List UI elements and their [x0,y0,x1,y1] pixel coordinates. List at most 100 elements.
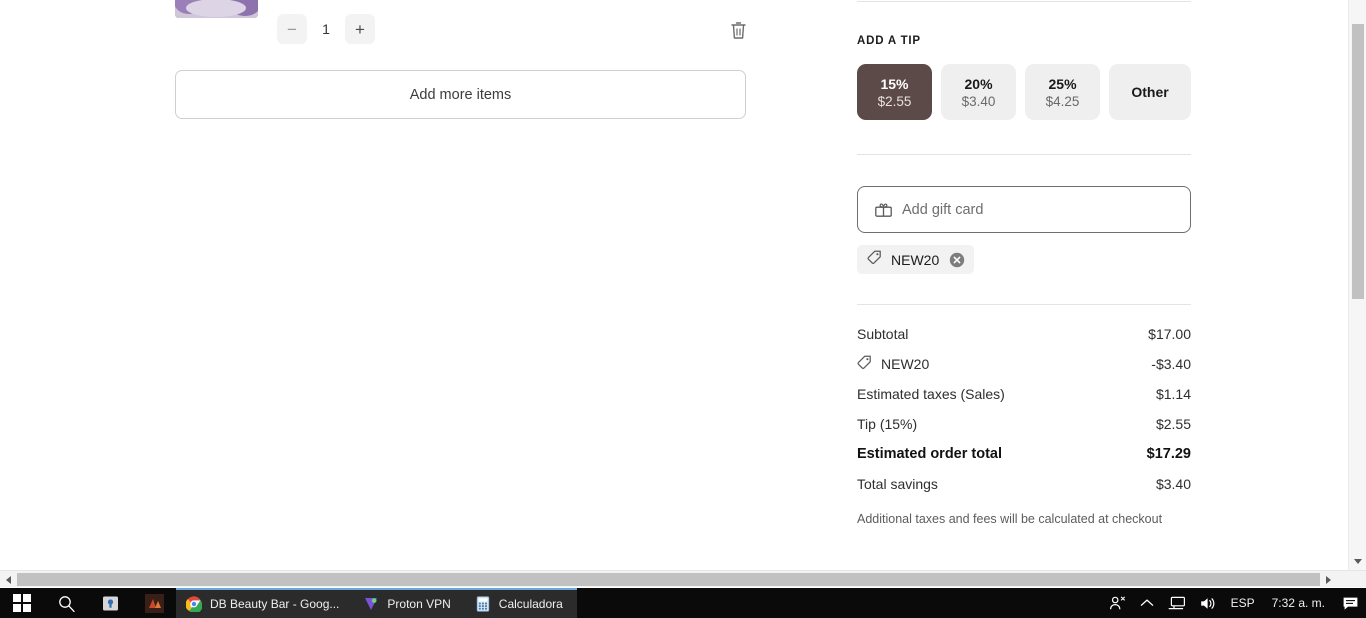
screen: − 1 + Add more items ADD A TIP 15% $2.55… [0,0,1366,618]
horizontal-scrollbar[interactable] [0,570,1366,587]
people-button[interactable] [1102,588,1133,618]
vertical-scrollbar-thumb[interactable] [1352,24,1364,299]
language-indicator[interactable]: ESP [1224,588,1262,618]
tip-amount-label: $4.25 [1045,93,1080,109]
total-label: Total savings [857,476,938,492]
total-value: $1.14 [1155,386,1191,402]
order-total-row: Estimated order total $17.29 [857,439,1191,469]
total-value: $3.40 [1155,476,1191,492]
show-hidden-icons-button[interactable] [1133,588,1161,618]
horizontal-scrollbar-thumb[interactable] [17,573,1320,586]
scroll-right-button[interactable] [1320,571,1337,588]
search-icon [58,595,75,612]
tip-percent-label: 15% [880,75,909,92]
chevron-left-icon [6,575,11,584]
chevron-down-icon [1354,559,1362,564]
notification-icon [1343,597,1358,610]
taskbar-item-label: Calculadora [498,597,563,611]
totals-list: Subtotal $17.00 NEW20 -$3.40 Estimated t… [857,319,1191,499]
total-value: -$3.40 [1151,356,1191,372]
total-label: Estimated taxes (Sales) [857,386,1005,402]
increase-quantity-button[interactable]: + [345,14,375,44]
person-icon [1109,596,1125,610]
total-label: Tip (15%) [857,416,918,432]
tag-icon [867,250,882,270]
close-circle-icon [949,252,964,267]
quantity-stepper: − 1 + [277,14,375,44]
cart-line-item: − 1 + [175,0,747,62]
chevron-up-icon [1140,599,1153,606]
total-row: Total savings $3.40 [857,469,1191,499]
action-center-button[interactable] [1335,588,1366,618]
start-button[interactable] [0,588,44,618]
gift-card-input[interactable] [902,201,1190,218]
gift-card-field[interactable] [857,186,1191,233]
divider-top [857,1,1191,2]
trash-icon [730,21,746,39]
discount-code-label: NEW20 [891,251,940,268]
cart-column: − 1 + Add more items [175,0,747,119]
windows-taskbar: DB Beauty Bar - Goog... Proton VPN Calcu… [0,588,1366,618]
quantity-value: 1 [322,21,330,37]
tip-option-other[interactable]: Other [1109,64,1191,120]
add-more-items-button[interactable]: Add more items [175,70,746,119]
clock-label: 7:32 a. m. [1271,596,1325,610]
task-view-button[interactable] [88,588,132,618]
system-tray: ESP 7:32 a. m. [1102,588,1366,618]
total-row: Tip (15%) $2.55 [857,409,1191,439]
taskbar-item-calculadora[interactable]: Calculadora [464,588,577,618]
order-total-value: $17.29 [1146,446,1191,462]
tip-percent-label: 20% [964,75,993,92]
decrease-quantity-button[interactable]: − [277,14,307,44]
tip-amount-label: $2.55 [877,93,912,109]
taskbar-item-label: Proton VPN [387,597,451,611]
proton-vpn-icon [365,598,378,610]
wine-app-icon [144,593,164,613]
total-value: $2.55 [1155,416,1191,432]
checkout-fine-print: Additional taxes and fees will be calcul… [857,512,1163,526]
calculator-icon [476,596,489,612]
divider-totals [857,304,1191,305]
tip-option-15[interactable]: 15% $2.55 [857,64,933,120]
search-button[interactable] [44,588,88,618]
volume-button[interactable] [1193,588,1224,618]
order-summary-column: ADD A TIP 15% $2.55 20% $3.40 25% $4.25 … [857,0,1191,526]
page-viewport: − 1 + Add more items ADD A TIP 15% $2.55… [0,0,1348,570]
windows-logo-icon [13,594,31,612]
taskbar-item-proton-vpn[interactable]: Proton VPN [353,588,465,618]
tip-option-25[interactable]: 25% $4.25 [1025,64,1101,120]
taskbar-item-label: DB Beauty Bar - Goog... [210,597,340,611]
gift-card-icon [875,202,892,217]
discount-code-chip[interactable]: NEW20 [857,245,975,274]
scroll-left-button[interactable] [0,571,17,588]
tip-options-group: 15% $2.55 20% $3.40 25% $4.25 Other [857,64,1191,120]
language-label: ESP [1230,596,1255,610]
chrome-icon [186,596,202,612]
add-a-tip-label: ADD A TIP [857,35,921,47]
task-view-icon [102,596,118,610]
total-row: NEW20 -$3.40 [857,349,1191,379]
chevron-right-icon [1326,575,1331,584]
remove-item-button[interactable] [727,18,749,42]
network-button[interactable] [1161,588,1193,618]
order-total-label: Estimated order total [857,446,1003,462]
discount-row-label: NEW20 [881,356,930,372]
total-label-with-icon: NEW20 [857,355,929,373]
scroll-down-button[interactable] [1349,553,1366,570]
total-row: Estimated taxes (Sales) $1.14 [857,379,1191,409]
vertical-scrollbar[interactable] [1348,0,1366,570]
total-value: $17.00 [1148,326,1191,342]
remove-discount-button[interactable] [948,251,965,268]
total-row: Subtotal $17.00 [857,319,1191,349]
divider-giftcard [857,154,1191,155]
tip-percent-label: 25% [1048,75,1077,92]
network-icon [1168,596,1185,609]
tip-option-20[interactable]: 20% $3.40 [941,64,1017,120]
speaker-icon [1200,597,1214,609]
clock[interactable]: 7:32 a. m. [1262,588,1335,618]
taskbar-item-chrome[interactable]: DB Beauty Bar - Goog... [176,588,354,618]
app-icon-pinned[interactable] [132,588,176,618]
tip-amount-label: $3.40 [961,93,996,109]
product-thumbnail[interactable] [175,0,258,18]
total-label: Subtotal [857,326,909,342]
